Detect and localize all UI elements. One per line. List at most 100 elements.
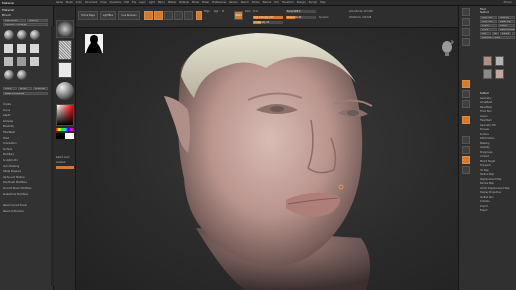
local-icon[interactable]: [462, 28, 470, 36]
menu-item[interactable]: Help: [320, 1, 325, 4]
material-thumbnail-icon[interactable]: [56, 82, 74, 100]
brush-thumbnail-icon[interactable]: [56, 20, 74, 38]
dynamic-toggle[interactable]: Dynamic: [319, 16, 329, 19]
solo-icon[interactable]: [462, 156, 470, 164]
make-polymesh-button[interactable]: Make PolyMesh3D: [498, 28, 515, 31]
rotate-icon[interactable]: [184, 11, 193, 20]
tool-thumbnail-icon[interactable]: [495, 56, 504, 66]
zsub-button[interactable]: Zsub: [245, 10, 250, 13]
move-view-icon[interactable]: [462, 90, 470, 98]
tool-thumbnail-icon[interactable]: [483, 69, 492, 79]
gyro-icon[interactable]: [462, 38, 470, 46]
clone-button[interactable]: Clone: [3, 87, 17, 90]
menu-item[interactable]: Marker: [168, 1, 176, 4]
move-icon[interactable]: [164, 11, 173, 20]
menu-item[interactable]: Macro: [158, 1, 165, 4]
navigation-head-icon[interactable]: [440, 40, 454, 56]
menu-item[interactable]: Picker: [202, 1, 209, 4]
menu-item[interactable]: Stencil: [241, 1, 249, 4]
rgb-toggle[interactable]: Rgb: [214, 10, 218, 13]
menu-item[interactable]: Transform: [282, 1, 294, 4]
tool-thumbnail-icon[interactable]: [483, 56, 492, 66]
zadd-button[interactable]: Zadd: [234, 11, 243, 20]
hue-slider[interactable]: [56, 128, 74, 131]
r-button[interactable]: R: [512, 32, 515, 35]
rotate-view-icon[interactable]: [462, 116, 470, 124]
draw-size-slider[interactable]: Draw Size 64: [286, 16, 316, 19]
menu-item[interactable]: Alpha: [56, 1, 63, 4]
menu-item[interactable]: Zplugin: [297, 1, 306, 4]
all-button[interactable]: All: [492, 32, 499, 35]
canvas-viewport[interactable]: [76, 28, 458, 290]
brush-slot-icon[interactable]: [4, 44, 13, 53]
import-button[interactable]: Import: [480, 24, 497, 27]
menu-item[interactable]: Draw: [100, 1, 106, 4]
load-brush-button[interactable]: Load Brush: [3, 19, 26, 22]
export-button[interactable]: Export: [498, 24, 515, 27]
mrgb-toggle[interactable]: Mrgb: [204, 10, 210, 13]
menu-item[interactable]: Preferences: [212, 1, 226, 4]
menu-item[interactable]: Material: [179, 1, 189, 4]
z-intensity-slider[interactable]: Z Intensity 25: [253, 21, 283, 24]
brush-preview-icon[interactable]: [17, 70, 27, 80]
subpalette-item[interactable]: Reset All Brushes: [3, 209, 53, 215]
brush-slot-icon[interactable]: [17, 44, 26, 53]
menu-item[interactable]: File: [132, 1, 136, 4]
switch-color-label[interactable]: Switch Color: [56, 156, 70, 159]
save-as-button[interactable]: Save As: [27, 19, 48, 22]
menu-item[interactable]: Document: [85, 1, 97, 4]
zcut-button[interactable]: Zcut: [253, 10, 258, 13]
menu-item[interactable]: Light: [149, 1, 155, 4]
transparency-icon[interactable]: [462, 146, 470, 154]
brush-preview-icon[interactable]: [4, 30, 14, 40]
visible-button[interactable]: Visible: [500, 32, 511, 35]
draw-icon[interactable]: [154, 11, 163, 20]
stroke-thumbnail-icon[interactable]: [58, 40, 72, 60]
perspective-icon[interactable]: [462, 8, 470, 16]
color-picker-icon[interactable]: [56, 104, 74, 126]
alpha-thumbnail-icon[interactable]: [58, 62, 72, 78]
menu-item[interactable]: Dynamics: [110, 1, 122, 4]
floor-icon[interactable]: [462, 18, 470, 26]
lightbox-tools-button[interactable]: Lightbox > Tools: [480, 36, 515, 39]
focal-shift-slider[interactable]: Focal Shift 0: [286, 10, 316, 13]
live-boolean-button[interactable]: Live Boolean: [118, 11, 140, 20]
menu-item[interactable]: Tool: [274, 1, 279, 4]
brush-button[interactable]: Brush: [18, 87, 32, 90]
tool-thumbnail-icon[interactable]: [495, 69, 504, 79]
menu-item[interactable]: Render: [229, 1, 238, 4]
goz-button[interactable]: GoZ: [480, 32, 491, 35]
frame-icon[interactable]: [462, 80, 470, 88]
brush-preview-icon[interactable]: [4, 70, 14, 80]
save-as-button[interactable]: Save As: [498, 16, 515, 19]
color-mode-icon[interactable]: [196, 11, 202, 20]
brush-slot-icon[interactable]: [17, 57, 26, 66]
load-tool-button[interactable]: Load Tool: [480, 16, 497, 19]
menu-item[interactable]: Layer: [139, 1, 146, 4]
m-toggle[interactable]: M: [222, 10, 224, 13]
xpose-icon[interactable]: [462, 166, 470, 174]
brush-preview-icon[interactable]: [17, 30, 27, 40]
scale-icon[interactable]: [174, 11, 183, 20]
home-page-button[interactable]: Home Page: [78, 11, 98, 20]
gradient-label[interactable]: Gradient: [56, 161, 66, 164]
brush-preview-icon[interactable]: [30, 30, 40, 40]
subpalette-item[interactable]: SnakeHook Modifiers: [3, 192, 53, 198]
lightbox-brushes-button[interactable]: Lightbox > Brushes: [3, 23, 48, 26]
brush-slot-icon[interactable]: [4, 57, 13, 66]
copy-tool-button[interactable]: Copy Tool: [480, 20, 497, 23]
menu-item[interactable]: Zscript: [309, 1, 317, 4]
sculpted-head-model[interactable]: [76, 28, 458, 290]
zoom-view-icon[interactable]: [462, 100, 470, 108]
menu-item[interactable]: Edit: [124, 1, 129, 4]
edit-icon[interactable]: [144, 11, 153, 20]
subpalette-item[interactable]: Export: [480, 209, 516, 214]
menu-item[interactable]: Brush: [66, 1, 73, 4]
brush-select-button[interactable]: BrushSel: [33, 87, 48, 90]
color-swatches-icon[interactable]: [56, 133, 74, 139]
paste-tool-button[interactable]: Paste Tool: [498, 20, 515, 23]
polyframe-icon[interactable]: [462, 136, 470, 144]
clone-button[interactable]: Clone: [480, 28, 497, 31]
menu-item[interactable]: Texture: [262, 1, 271, 4]
lightbox-button[interactable]: LightBox: [100, 11, 116, 20]
